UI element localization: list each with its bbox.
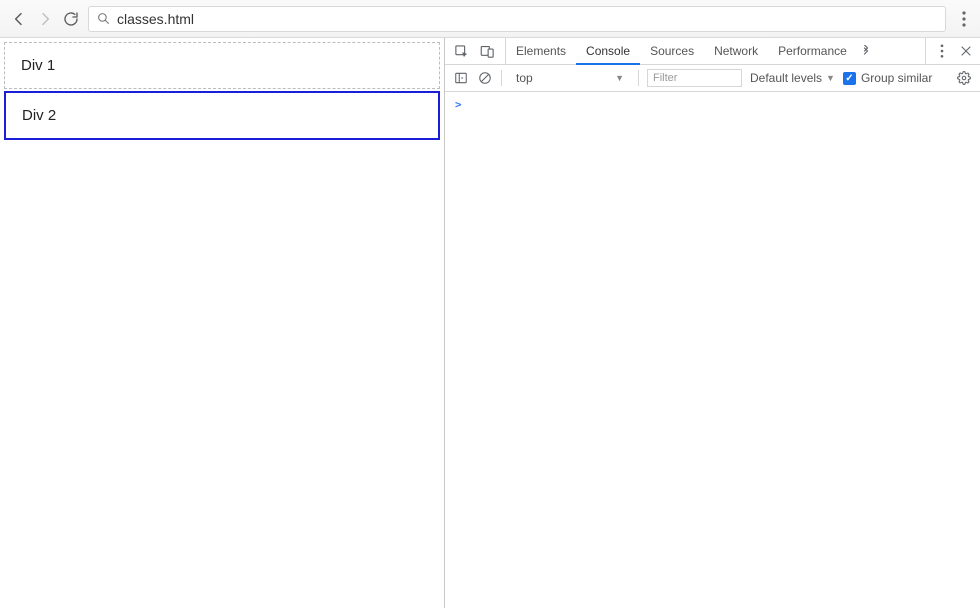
clear-console-icon[interactable] [477,70,493,86]
console-sidebar-toggle-icon[interactable] [453,70,469,86]
devtools-tabs: Elements Console Sources Network Perform… [445,38,980,65]
tabs-overflow-icon[interactable] [857,45,875,57]
console-settings-icon[interactable] [956,70,972,86]
address-bar[interactable]: classes.html [88,6,946,32]
group-similar-label: Group similar [861,71,932,85]
device-toggle-icon[interactable] [479,43,495,59]
console-toolbar: top ▼ Filter Default levels ▼ ✓ Group si… [445,65,980,92]
forward-button[interactable] [36,10,54,28]
devtools-panel: Elements Console Sources Network Perform… [445,38,980,608]
main-split: Div 1 Div 2 Elements Console Sources Net… [0,38,980,608]
console-body[interactable]: > [445,92,980,608]
div-2: Div 2 [4,91,440,140]
log-levels-label: Default levels [750,71,822,85]
div-1: Div 1 [4,42,440,89]
page-viewport: Div 1 Div 2 [0,38,444,608]
tab-console[interactable]: Console [576,39,640,65]
div-1-label: Div 1 [21,57,55,74]
tab-sources[interactable]: Sources [640,38,704,64]
back-button[interactable] [10,10,28,28]
filter-placeholder: Filter [653,72,677,84]
tab-elements[interactable]: Elements [506,38,576,64]
close-devtools-icon[interactable] [958,43,974,59]
log-levels-selector[interactable]: Default levels ▼ [750,71,835,85]
browser-toolbar: classes.html [0,0,980,38]
div-2-label: Div 2 [22,107,56,124]
inspect-element-icon[interactable] [453,43,469,59]
context-selector[interactable]: top ▼ [510,69,630,87]
context-label: top [516,71,533,85]
url-text: classes.html [117,11,194,27]
devtools-menu-icon[interactable] [934,43,950,59]
tab-performance[interactable]: Performance [768,38,857,64]
tab-network[interactable]: Network [704,38,768,64]
filter-input[interactable]: Filter [647,69,742,87]
checkbox-checked-icon: ✓ [843,72,856,85]
browser-menu-button[interactable] [954,9,974,29]
console-prompt-caret: > [455,98,462,111]
search-icon [97,12,111,26]
chevron-down-icon: ▼ [615,73,624,83]
reload-button[interactable] [62,10,80,28]
chevron-down-icon: ▼ [826,73,835,83]
group-similar-toggle[interactable]: ✓ Group similar [843,71,932,85]
